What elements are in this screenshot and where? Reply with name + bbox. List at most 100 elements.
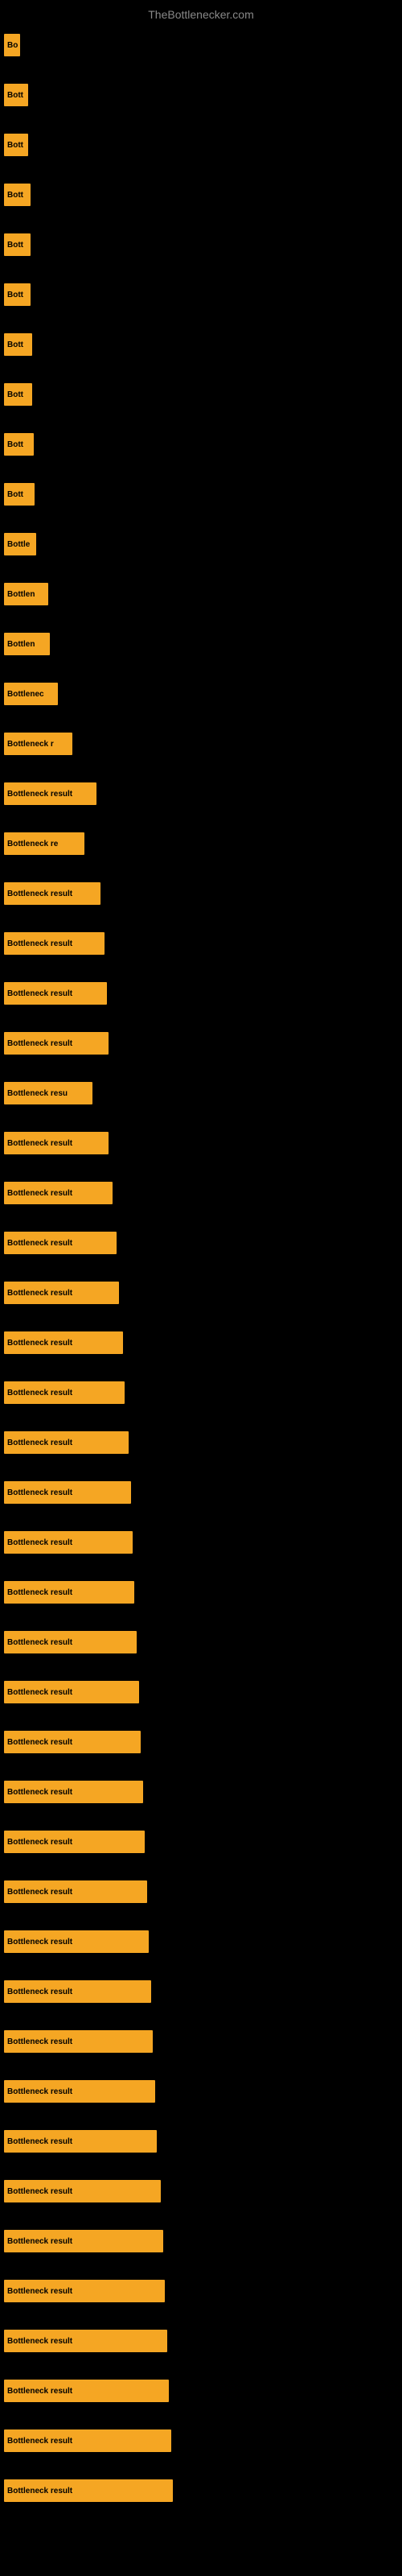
bar-label: Bottleneck result — [7, 2337, 72, 2346]
bar-row: Bottleneck result — [4, 2166, 402, 2216]
bar-label: Bottleneck result — [7, 1988, 72, 1996]
bar-label: Bottleneck result — [7, 1488, 72, 1497]
bar-item: Bottleneck result — [4, 2280, 165, 2302]
bar-row: Bottleneck result — [4, 1817, 402, 1867]
bar-label: Bottlen — [7, 640, 35, 649]
bar-item: Bottleneck result — [4, 1631, 137, 1653]
bar-item: Bottlenec — [4, 683, 58, 705]
bar-row: Bottle — [4, 519, 402, 569]
bar-label: Bott — [7, 141, 23, 150]
bar-label: Bott — [7, 241, 23, 250]
bar-item: Bott — [4, 433, 34, 456]
bar-label: Bottleneck result — [7, 2137, 72, 2146]
bar-item: Bottleneck result — [4, 1132, 109, 1154]
bar-label: Bottleneck resu — [7, 1089, 68, 1098]
bar-row: Bottleneck result — [4, 1917, 402, 1967]
bar-item: Bottleneck result — [4, 1431, 129, 1454]
bar-label: Bottleneck result — [7, 1339, 72, 1348]
bar-row: Bottlen — [4, 569, 402, 619]
bar-label: Bottleneck result — [7, 2237, 72, 2246]
bar-row: Bottleneck result — [4, 1168, 402, 1218]
bar-row: Bottleneck result — [4, 1717, 402, 1767]
bar-row: Bottleneck result — [4, 2466, 402, 2516]
bar-label: Bottleneck result — [7, 1239, 72, 1248]
bar-label: Bott — [7, 390, 23, 399]
bar-label: Bottleneck result — [7, 1788, 72, 1797]
bar-item: Bottleneck result — [4, 1930, 149, 1953]
bar-label: Bott — [7, 490, 23, 499]
bar-label: Bottleneck result — [7, 1938, 72, 1946]
bar-label: Bottleneck result — [7, 1738, 72, 1747]
bar-row: Bott — [4, 320, 402, 369]
bar-row: Bottleneck result — [4, 2416, 402, 2466]
bar-item: Bottleneck result — [4, 982, 107, 1005]
bar-item: Bottleneck result — [4, 2030, 153, 2053]
bar-label: Bottleneck result — [7, 1888, 72, 1897]
bar-label: Bottleneck result — [7, 1189, 72, 1198]
bar-row: Bottleneck result — [4, 769, 402, 819]
bar-item: Bottleneck result — [4, 1182, 113, 1204]
bar-label: Bott — [7, 440, 23, 449]
bar-label: Bo — [7, 41, 18, 50]
bar-label: Bott — [7, 341, 23, 349]
bar-label: Bottleneck result — [7, 1538, 72, 1547]
bar-item: Bottleneck result — [4, 1481, 131, 1504]
bar-row: Bottleneck result — [4, 1967, 402, 2017]
bar-item: Bottleneck result — [4, 2429, 171, 2452]
bar-label: Bottlen — [7, 590, 35, 599]
bar-row: Bottlen — [4, 619, 402, 669]
bar-item: Bott — [4, 283, 31, 306]
bar-row: Bottleneck result — [4, 2116, 402, 2166]
bar-row: Bottleneck result — [4, 1667, 402, 1717]
bar-row: Bott — [4, 70, 402, 120]
bar-item: Bott — [4, 84, 28, 106]
bar-item: Bottlen — [4, 583, 48, 605]
bar-label: Bottleneck result — [7, 939, 72, 948]
bar-row: Bottleneck result — [4, 1218, 402, 1268]
bar-item: Bottleneck result — [4, 1831, 145, 1853]
bar-item: Bottleneck result — [4, 2330, 167, 2352]
bar-item: Bottleneck result — [4, 1331, 123, 1354]
bar-item: Bottleneck result — [4, 1032, 109, 1055]
bar-item: Bottleneck result — [4, 2080, 155, 2103]
bar-label: Bott — [7, 91, 23, 100]
bar-row: Bottleneck re — [4, 819, 402, 869]
bar-item: Bottleneck result — [4, 2230, 163, 2252]
bar-label: Bottleneck result — [7, 2087, 72, 2096]
bar-label: Bottleneck result — [7, 790, 72, 799]
bar-row: Bott — [4, 120, 402, 170]
bar-label: Bottleneck result — [7, 1688, 72, 1697]
bar-item: Bottleneck result — [4, 1581, 134, 1604]
bar-row: Bottleneck result — [4, 919, 402, 968]
bar-row: Bottleneck result — [4, 869, 402, 919]
bar-item: Bott — [4, 383, 32, 406]
bar-row: Bott — [4, 270, 402, 320]
bar-label: Bottleneck result — [7, 1588, 72, 1597]
bar-item: Bottleneck result — [4, 2479, 173, 2502]
bar-label: Bottleneck result — [7, 1439, 72, 1447]
bar-item: Bott — [4, 184, 31, 206]
bar-label: Bottleneck result — [7, 2037, 72, 2046]
bar-item: Bottleneck result — [4, 2380, 169, 2402]
bar-item: Bottleneck result — [4, 2130, 157, 2153]
bar-row: Bottleneck result — [4, 2017, 402, 2066]
bar-label: Bottleneck result — [7, 1638, 72, 1647]
bar-label: Bottleneck result — [7, 1389, 72, 1397]
bar-row: Bottleneck result — [4, 1318, 402, 1368]
bar-label: Bottle — [7, 540, 30, 549]
bar-row: Bottleneck result — [4, 1118, 402, 1168]
bar-item: Bott — [4, 134, 28, 156]
bar-label: Bottleneck result — [7, 2187, 72, 2196]
bar-row: Bottleneck result — [4, 1767, 402, 1817]
bar-row: Bottleneck result — [4, 1567, 402, 1617]
bar-label: Bottleneck result — [7, 2287, 72, 2296]
bar-row: Bottleneck result — [4, 1368, 402, 1418]
bar-row: Bottleneck result — [4, 1468, 402, 1517]
bar-label: Bottleneck result — [7, 1139, 72, 1148]
bar-item: Bottleneck re — [4, 832, 84, 855]
bar-row: Bottleneck resu — [4, 1068, 402, 1118]
bar-label: Bottleneck result — [7, 1838, 72, 1847]
bar-item: Bottleneck result — [4, 1781, 143, 1803]
bar-label: Bottleneck result — [7, 2437, 72, 2446]
bar-row: Bottleneck result — [4, 2216, 402, 2266]
